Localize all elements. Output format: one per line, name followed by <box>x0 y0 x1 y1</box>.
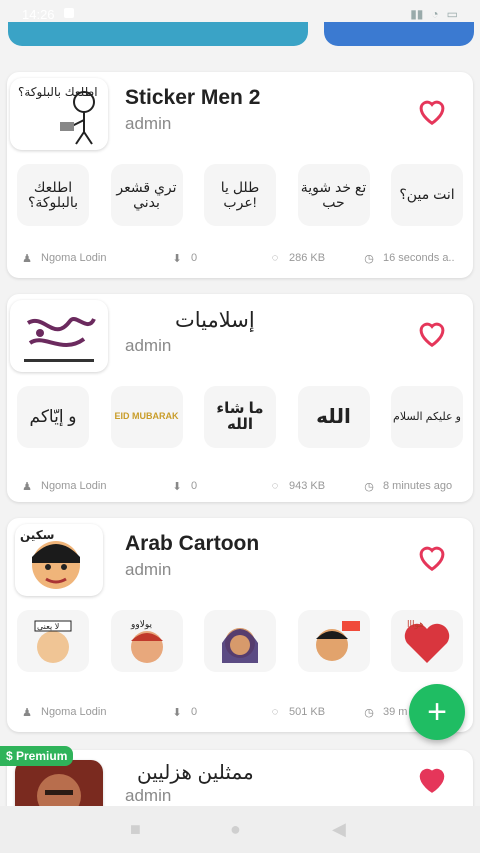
sticker-preview[interactable]: هوااا <box>391 610 463 672</box>
favorite-heart-icon[interactable] <box>413 94 451 128</box>
download-icon: ⬇ <box>172 480 182 493</box>
size-icon: ◌ <box>271 480 279 492</box>
clock-icon: ◷ <box>364 252 374 265</box>
size: ◌ 501 KB <box>269 706 325 718</box>
pack-title: ممثلين هزليين <box>137 762 254 784</box>
sticker-preview[interactable]: تري قشعر بدني <box>110 164 183 226</box>
download-icon: ⬇ <box>172 706 182 719</box>
sticker-preview-row: اطلعك بالبلوكة؟ تري قشعر بدني طلل يا عرب… <box>17 164 463 226</box>
sticker-preview[interactable]: طلل يا عرب! <box>204 164 276 226</box>
pack-meta: ♟ Ngoma Lodin ⬇ 0 ◌ 501 KB ◷ 39 m <box>7 704 473 720</box>
time: ◷ 16 seconds a.. <box>363 252 455 265</box>
banner-card[interactable] <box>8 22 308 46</box>
pack-title: Sticker Men 2 <box>125 86 261 109</box>
sticker-preview[interactable]: تع خد شوية حب <box>297 164 370 226</box>
size: ◌ 286 KB <box>269 252 325 264</box>
sticker-caption: لا يعني <box>37 622 59 631</box>
back-icon[interactable]: ◀ <box>332 819 346 840</box>
downloads: ⬇ 0 <box>171 480 198 493</box>
pack-size: 286 KB <box>289 252 326 264</box>
user-icon: ♟ <box>22 706 32 719</box>
sticker-preview[interactable] <box>297 610 370 672</box>
add-fab-button[interactable]: + <box>409 684 465 740</box>
size-icon: ◌ <box>271 706 279 718</box>
pack-size: 943 KB <box>289 480 326 492</box>
sticker-preview[interactable]: و عليكم السلام <box>391 386 463 448</box>
uploader-name: Ngoma Lodin <box>41 480 107 492</box>
pack-meta: ♟ Ngoma Lodin ⬇ 0 ◌ 943 KB ◷ 8 minutes a… <box>7 478 473 494</box>
clock-icon: ◷ <box>364 706 374 719</box>
pack-time: 8 minutes ago <box>383 480 453 492</box>
system-navigation-bar: ■ ● ◀ <box>0 806 480 853</box>
uploader-name: Ngoma Lodin <box>41 252 107 264</box>
sticker-preview[interactable]: يولاوو <box>110 610 183 672</box>
wifi-icon: ◔ <box>431 7 439 21</box>
signal-icon: ▮▮ <box>410 7 424 21</box>
pack-author: admin <box>125 786 172 805</box>
recents-icon[interactable]: ■ <box>130 819 141 840</box>
download-count: 0 <box>191 706 198 718</box>
favorite-heart-icon[interactable] <box>413 316 451 350</box>
uploader: ♟ Ngoma Lodin <box>21 706 107 719</box>
sticker-preview-row: لا يعني يولاوو هوااا <box>17 610 463 672</box>
svg-text:سكين: سكين <box>20 528 54 542</box>
notification-icon <box>63 7 75 22</box>
download-count: 0 <box>191 252 198 264</box>
uploader: ♟ Ngoma Lodin <box>21 480 107 493</box>
size: ◌ 943 KB <box>269 480 325 492</box>
sticker-preview[interactable] <box>204 610 276 672</box>
size-icon: ◌ <box>271 252 279 264</box>
premium-badge: $ Premium <box>0 746 74 766</box>
sticker-pack-card[interactable]: إسلاميات admin و إيّاكم EID MUBARAK ما ش… <box>7 294 473 502</box>
sticker-preview-row: و إيّاكم EID MUBARAK ما شاء الله الله و … <box>17 386 463 448</box>
time: ◷ 39 m <box>363 706 408 719</box>
pack-author: admin <box>125 560 172 579</box>
pack-meta: ♟ Ngoma Lodin ⬇ 0 ◌ 286 KB ◷ 16 seconds … <box>7 250 473 266</box>
battery-icon: ▭ <box>446 7 458 21</box>
sticker-pack-card[interactable]: سكين Arab Cartoon admin لا يعني يولاوو ه… <box>7 518 473 732</box>
sticker-preview[interactable]: الله <box>297 386 370 448</box>
sticker-preview[interactable]: انت مين؟ <box>391 164 463 226</box>
home-icon[interactable]: ● <box>230 819 241 840</box>
pack-size: 501 KB <box>289 706 326 718</box>
download-icon: ⬇ <box>172 252 182 265</box>
banner-carousel <box>0 22 480 48</box>
sticker-preview[interactable]: ما شاء الله <box>204 386 276 448</box>
sticker-preview[interactable]: EID MUBARAK <box>110 386 183 448</box>
pack-title: Arab Cartoon <box>125 532 260 555</box>
pack-author: admin <box>125 114 172 133</box>
sticker-pack-card[interactable]: اطلعك بالبلوكة؟ Sticker Men 2 admin اطلع… <box>7 72 473 278</box>
favorite-heart-icon-filled[interactable] <box>413 762 451 796</box>
sticker-preview[interactable]: اطلعك بالبلوكة؟ <box>17 164 89 226</box>
sticker-caption: هوااا <box>407 620 424 630</box>
sticker-caption: يولاوو <box>130 620 152 630</box>
favorite-heart-icon[interactable] <box>413 540 451 574</box>
pack-title: إسلاميات <box>175 309 255 332</box>
uploader-name: Ngoma Lodin <box>41 706 107 718</box>
user-icon: ♟ <box>22 252 32 265</box>
user-icon: ♟ <box>22 480 32 493</box>
uploader: ♟ Ngoma Lodin <box>21 252 107 265</box>
clock: 14:26 <box>22 6 55 22</box>
clock-icon: ◷ <box>364 480 374 493</box>
time: ◷ 8 minutes ago <box>363 480 453 493</box>
pack-thumbnail[interactable]: اطلعك بالبلوكة؟ <box>10 78 108 150</box>
pack-thumbnail[interactable]: سكين <box>15 524 103 596</box>
downloads: ⬇ 0 <box>171 706 198 719</box>
banner-card[interactable] <box>324 22 474 46</box>
pack-time: 39 m <box>383 706 408 718</box>
downloads: ⬇ 0 <box>171 252 198 265</box>
pack-time: 16 seconds a.. <box>383 252 455 264</box>
download-count: 0 <box>191 480 198 492</box>
sticker-preview[interactable]: لا يعني <box>17 610 89 672</box>
sticker-preview[interactable]: و إيّاكم <box>17 386 89 448</box>
pack-thumbnail[interactable] <box>10 300 108 372</box>
pack-author: admin <box>125 336 172 355</box>
